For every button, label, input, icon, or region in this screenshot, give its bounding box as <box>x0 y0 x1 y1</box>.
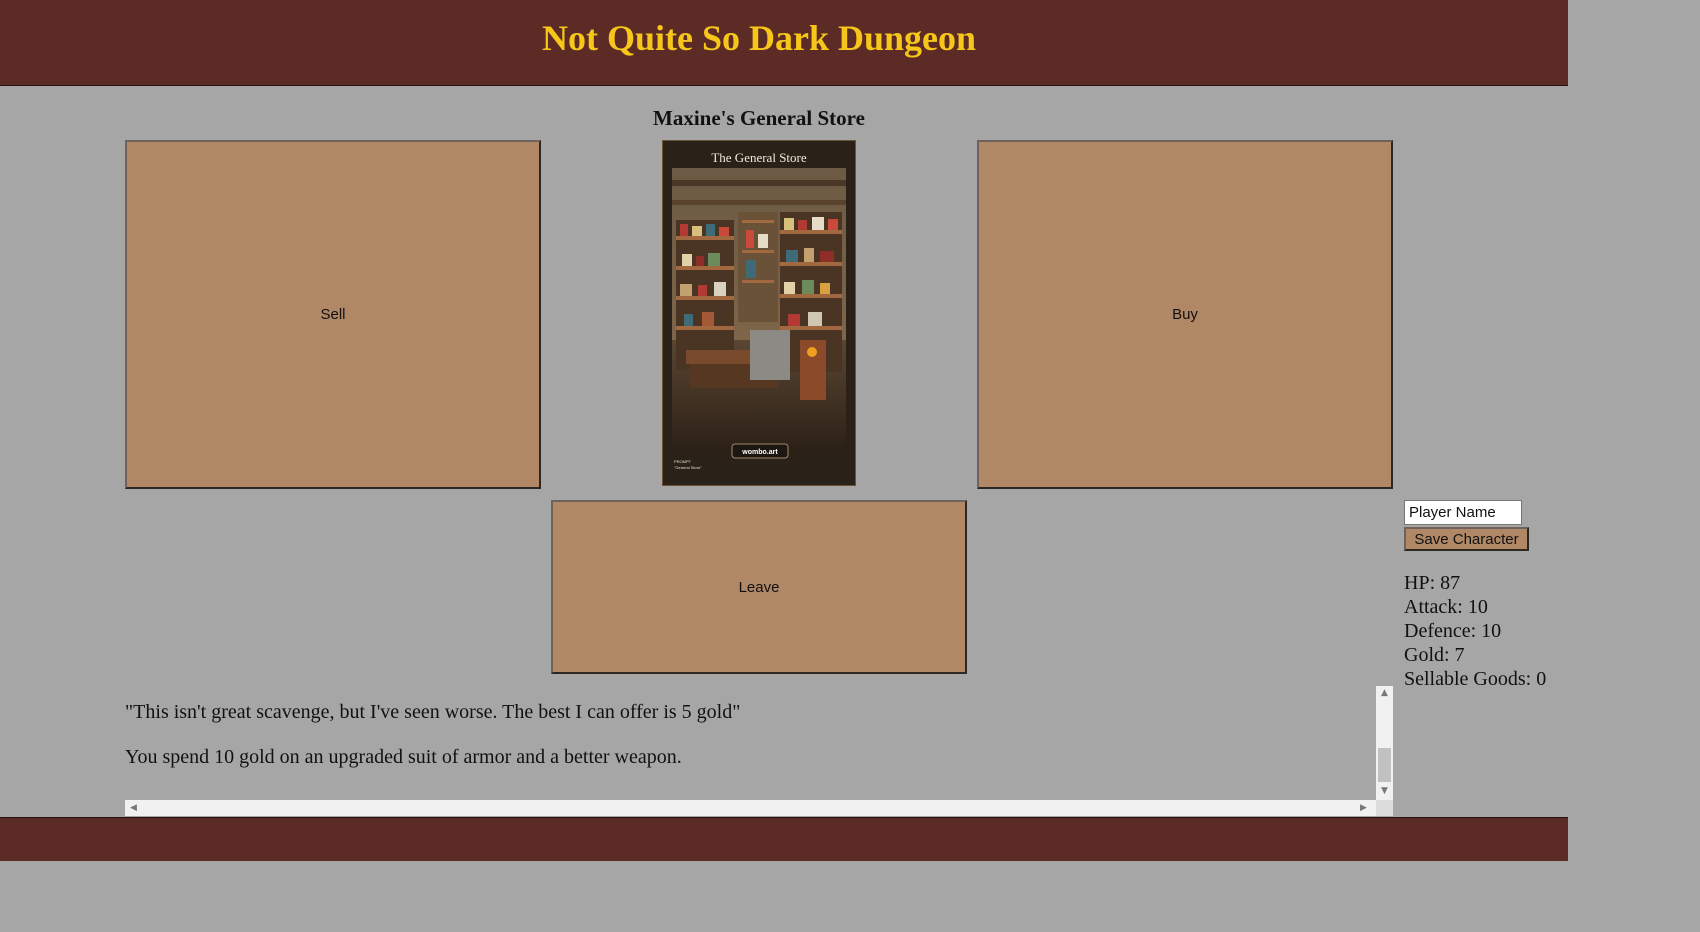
store-image: The General Store wombo.art PROMPT "Gene… <box>661 139 857 487</box>
scroll-thumb[interactable] <box>1378 748 1391 782</box>
store-image-prompt-label: PROMPT <box>674 459 692 464</box>
stat-attack: Attack: 10 <box>1404 596 1488 618</box>
sell-button[interactable]: Sell <box>125 140 541 489</box>
message-log[interactable]: "This isn't great scavenge, but I've see… <box>125 686 1393 816</box>
scroll-right-icon[interactable]: ▶ <box>1355 803 1372 813</box>
store-image-badge: wombo.art <box>741 449 778 456</box>
scrollbar-corner <box>1376 800 1393 816</box>
vertical-scrollbar[interactable]: ▲ ▼ <box>1376 686 1393 800</box>
stat-gold: Gold: 7 <box>1404 644 1465 666</box>
store-image-prompt-text: "General Store" <box>674 465 702 470</box>
leave-button[interactable]: Leave <box>551 500 967 674</box>
scroll-down-icon[interactable]: ▼ <box>1376 786 1393 796</box>
save-character-button[interactable]: Save Character <box>1404 527 1529 551</box>
stat-defence: Defence: 10 <box>1404 620 1502 642</box>
page-footer <box>0 817 1568 861</box>
player-stats: HP: 87 Attack: 10 Defence: 10 Gold: 7 Se… <box>1404 571 1546 691</box>
stat-sellable-goods: Sellable Goods: 0 <box>1404 668 1547 690</box>
horizontal-scrollbar[interactable]: ◀ ▶ <box>125 800 1376 816</box>
scroll-up-icon[interactable]: ▲ <box>1376 688 1393 698</box>
location-title: Maxine's General Store <box>653 106 865 130</box>
log-entry: "This isn't great scavenge, but I've see… <box>125 701 741 723</box>
scroll-left-icon[interactable]: ◀ <box>125 803 142 813</box>
store-image-caption: The General Store <box>711 150 807 165</box>
game-title: Not Quite So Dark Dungeon <box>541 18 977 58</box>
log-content: "This isn't great scavenge, but I've see… <box>125 686 1375 790</box>
page-header: Not Quite So Dark Dungeon <box>0 0 1568 86</box>
buy-button[interactable]: Buy <box>977 140 1393 489</box>
stat-hp: HP: 87 <box>1404 572 1461 594</box>
player-name-input[interactable] <box>1404 500 1522 525</box>
log-entry: You spend 10 gold on an upgraded suit of… <box>125 746 682 768</box>
